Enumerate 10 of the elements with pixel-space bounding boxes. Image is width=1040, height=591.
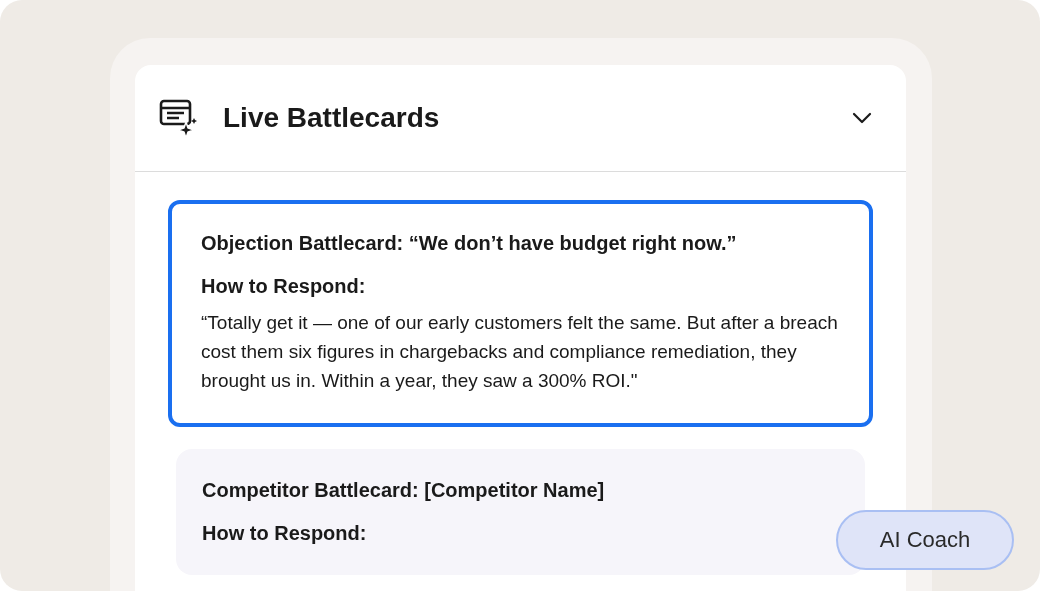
card-title: Competitor Battlecard: [Competitor Name] <box>202 479 606 502</box>
battlecard[interactable] <box>168 200 873 427</box>
card-sparkle-icon <box>159 98 199 138</box>
card-body: “Totally get it — one of our early customers felt the same. But after a breach cost them six figures in chargebacks and compliance remediation, they brought us in. Within a year, they saw a 300% ROI." <box>201 311 839 393</box>
ai-coach-button[interactable]: AI Coach <box>836 510 1014 570</box>
card-subtitle: How to Respond: <box>202 522 368 545</box>
card-subtitle: How to Respond: <box>201 275 367 298</box>
battlecard[interactable]: Competitor Battlecard: [Competitor Name] How to Respond: <box>176 449 865 575</box>
panel-title: Live Battlecards <box>223 102 441 134</box>
card-title: Objection Battlecard: “We don’t have budget right now.” <box>201 232 738 255</box>
